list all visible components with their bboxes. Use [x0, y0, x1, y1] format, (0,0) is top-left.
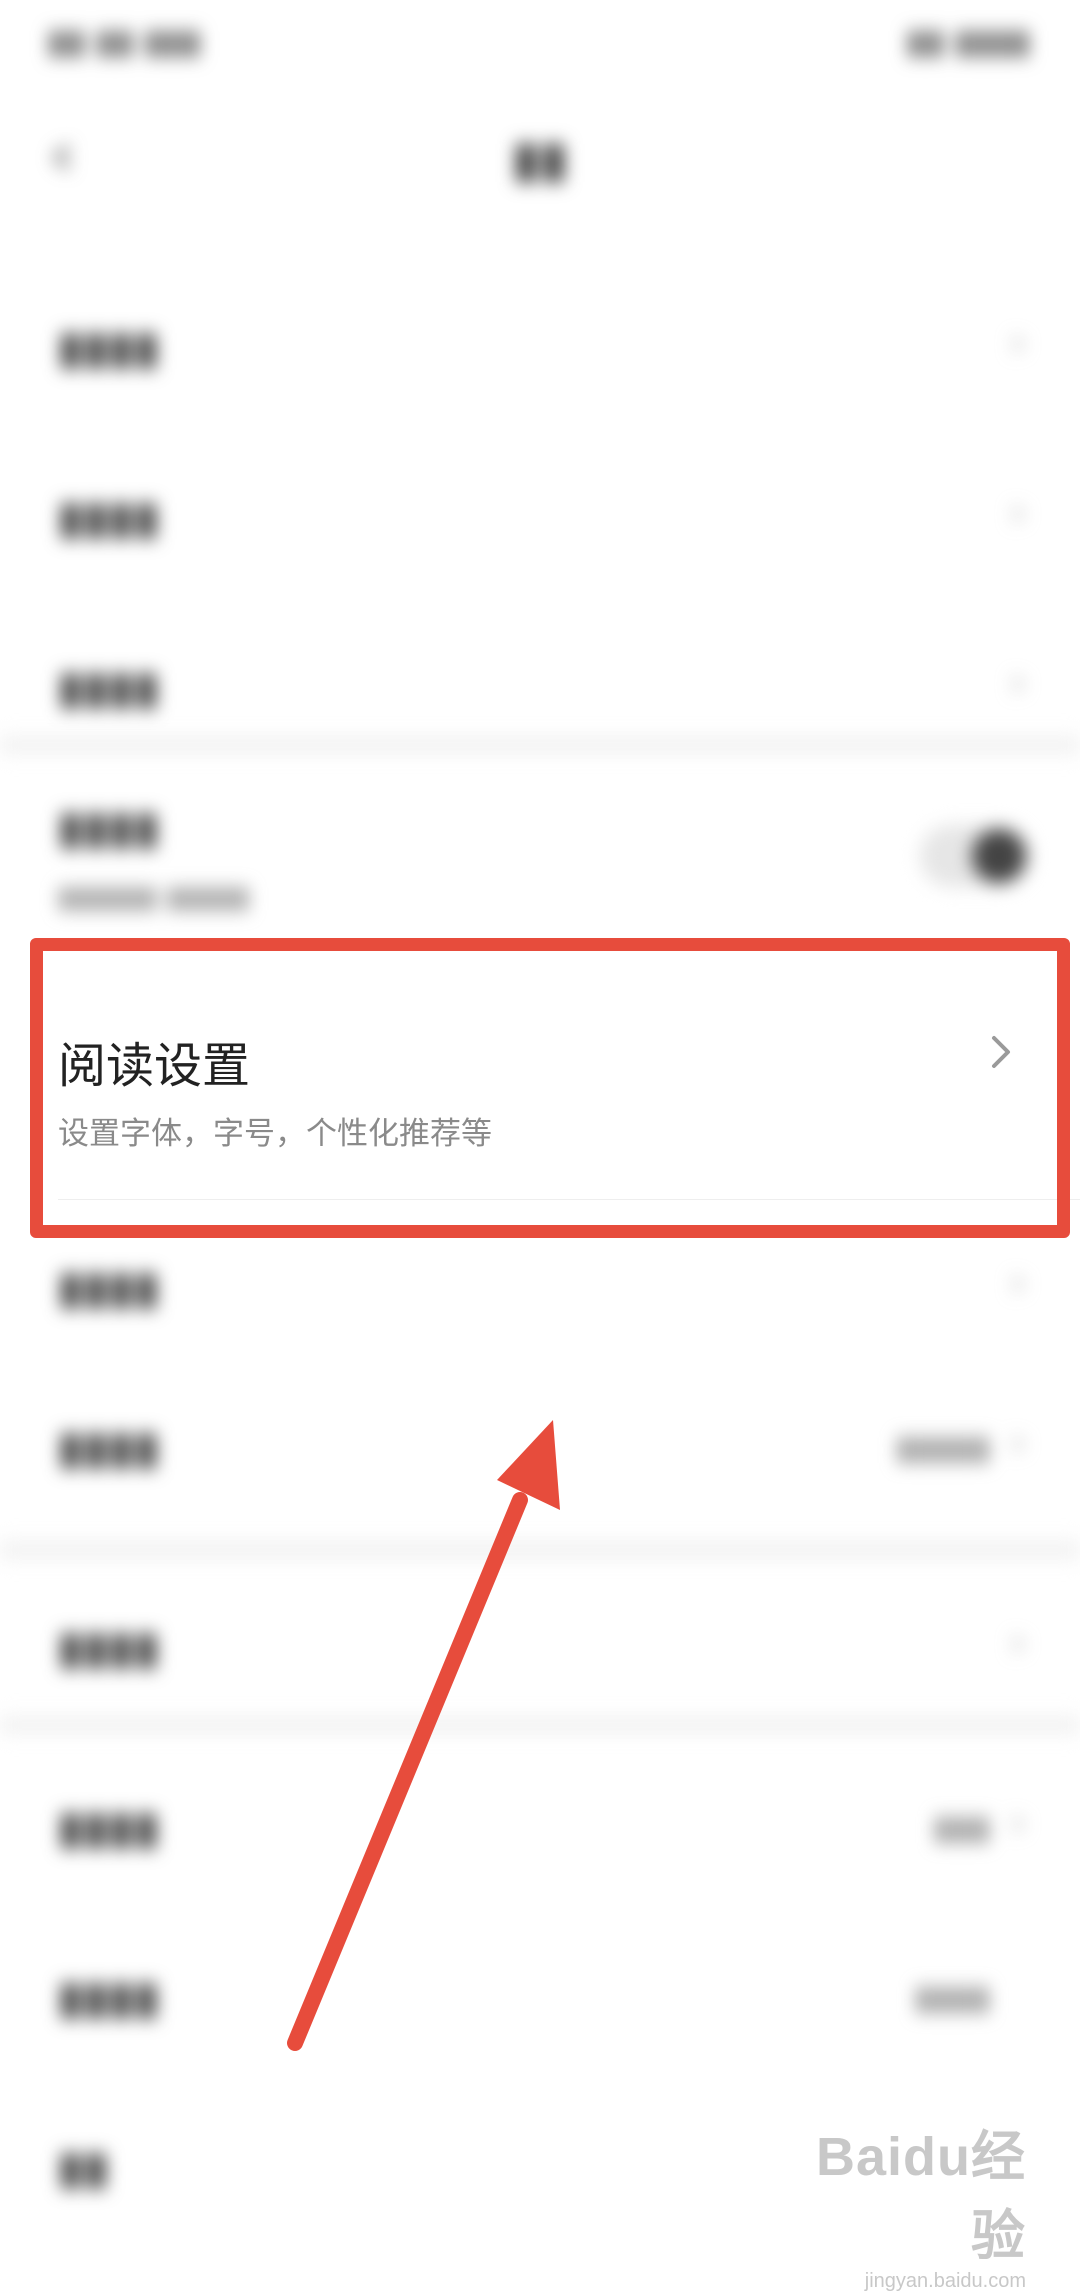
settings-row-6[interactable]: ▮▮▮▮ › [0, 1580, 1080, 1720]
settings-row-label: ▮▮▮▮ [58, 1420, 160, 1474]
settings-row-4[interactable]: ▮▮▮▮ › [0, 1220, 1080, 1350]
settings-row-8[interactable]: ▮▮▮▮ ▮▮▮▮ [0, 1930, 1080, 2070]
settings-row-label: ▮▮▮▮ [58, 1260, 160, 1314]
settings-row-label: ▮▮▮▮ [58, 1970, 160, 2024]
section-divider [0, 1715, 1080, 1735]
toggle-knob [972, 829, 1026, 883]
settings-row-7[interactable]: ▮▮▮▮ ▮▮▮ › [0, 1760, 1080, 1900]
settings-row-label: ▮▮ [58, 2140, 109, 2194]
chevron-right-icon: › [1010, 320, 1026, 366]
settings-row-subtitle: ▮▮▮▮▮▮ ▮▮▮▮▮ [58, 880, 250, 915]
settings-row-value: ▮▮▮▮▮ [896, 1428, 990, 1468]
settings-row-1[interactable]: ▮▮▮▮ › [0, 270, 1080, 430]
settings-row-label: ▮▮▮▮ [58, 320, 160, 374]
settings-row-label: ▮▮▮▮ [58, 800, 160, 854]
chevron-right-icon: › [1010, 1620, 1026, 1666]
watermark: Baidu经验 jingyan.baidu.com [776, 2112, 1026, 2292]
settings-row-toggle[interactable]: ▮▮▮▮ ▮▮▮▮▮▮ ▮▮▮▮▮ [0, 780, 1080, 950]
settings-row-label: ▮▮▮▮ [58, 490, 160, 544]
settings-row-value: ▮▮▮▮ [915, 1978, 990, 2018]
settings-row-5[interactable]: ▮▮▮▮ ▮▮▮▮▮ › [0, 1380, 1080, 1520]
chevron-right-icon: › [1010, 490, 1026, 536]
toggle-switch[interactable] [920, 825, 1030, 887]
highlight-box [30, 938, 1070, 1238]
settings-row-label: ▮▮▮▮ [58, 660, 160, 714]
settings-row-label: ▮▮▮▮ [58, 1800, 160, 1854]
chevron-right-icon: › [1010, 1420, 1026, 1466]
page-title: ▮▮ [512, 130, 568, 188]
section-divider [0, 735, 1080, 755]
watermark-url: jingyan.baidu.com [864, 2270, 1026, 2292]
settings-row-2[interactable]: ▮▮▮▮ › [0, 440, 1080, 600]
chevron-right-icon: › [1010, 1800, 1026, 1846]
status-bar: ▮▮ ▮▮ ▮▮▮ ▮▮ ▮▮▮▮ [0, 0, 1080, 80]
chevron-right-icon: › [1010, 660, 1026, 706]
nav-bar: ‹ ▮▮ [0, 100, 1080, 210]
section-divider [0, 1540, 1080, 1560]
watermark-logo: Baidu经验 [815, 2127, 1026, 2266]
status-left: ▮▮ ▮▮ ▮▮▮ [48, 22, 201, 62]
status-right: ▮▮ ▮▮▮▮ [906, 22, 1030, 62]
settings-row-value: ▮▮▮ [933, 1808, 990, 1848]
chevron-right-icon: › [1010, 1260, 1026, 1306]
settings-row-label: ▮▮▮▮ [58, 1620, 160, 1674]
